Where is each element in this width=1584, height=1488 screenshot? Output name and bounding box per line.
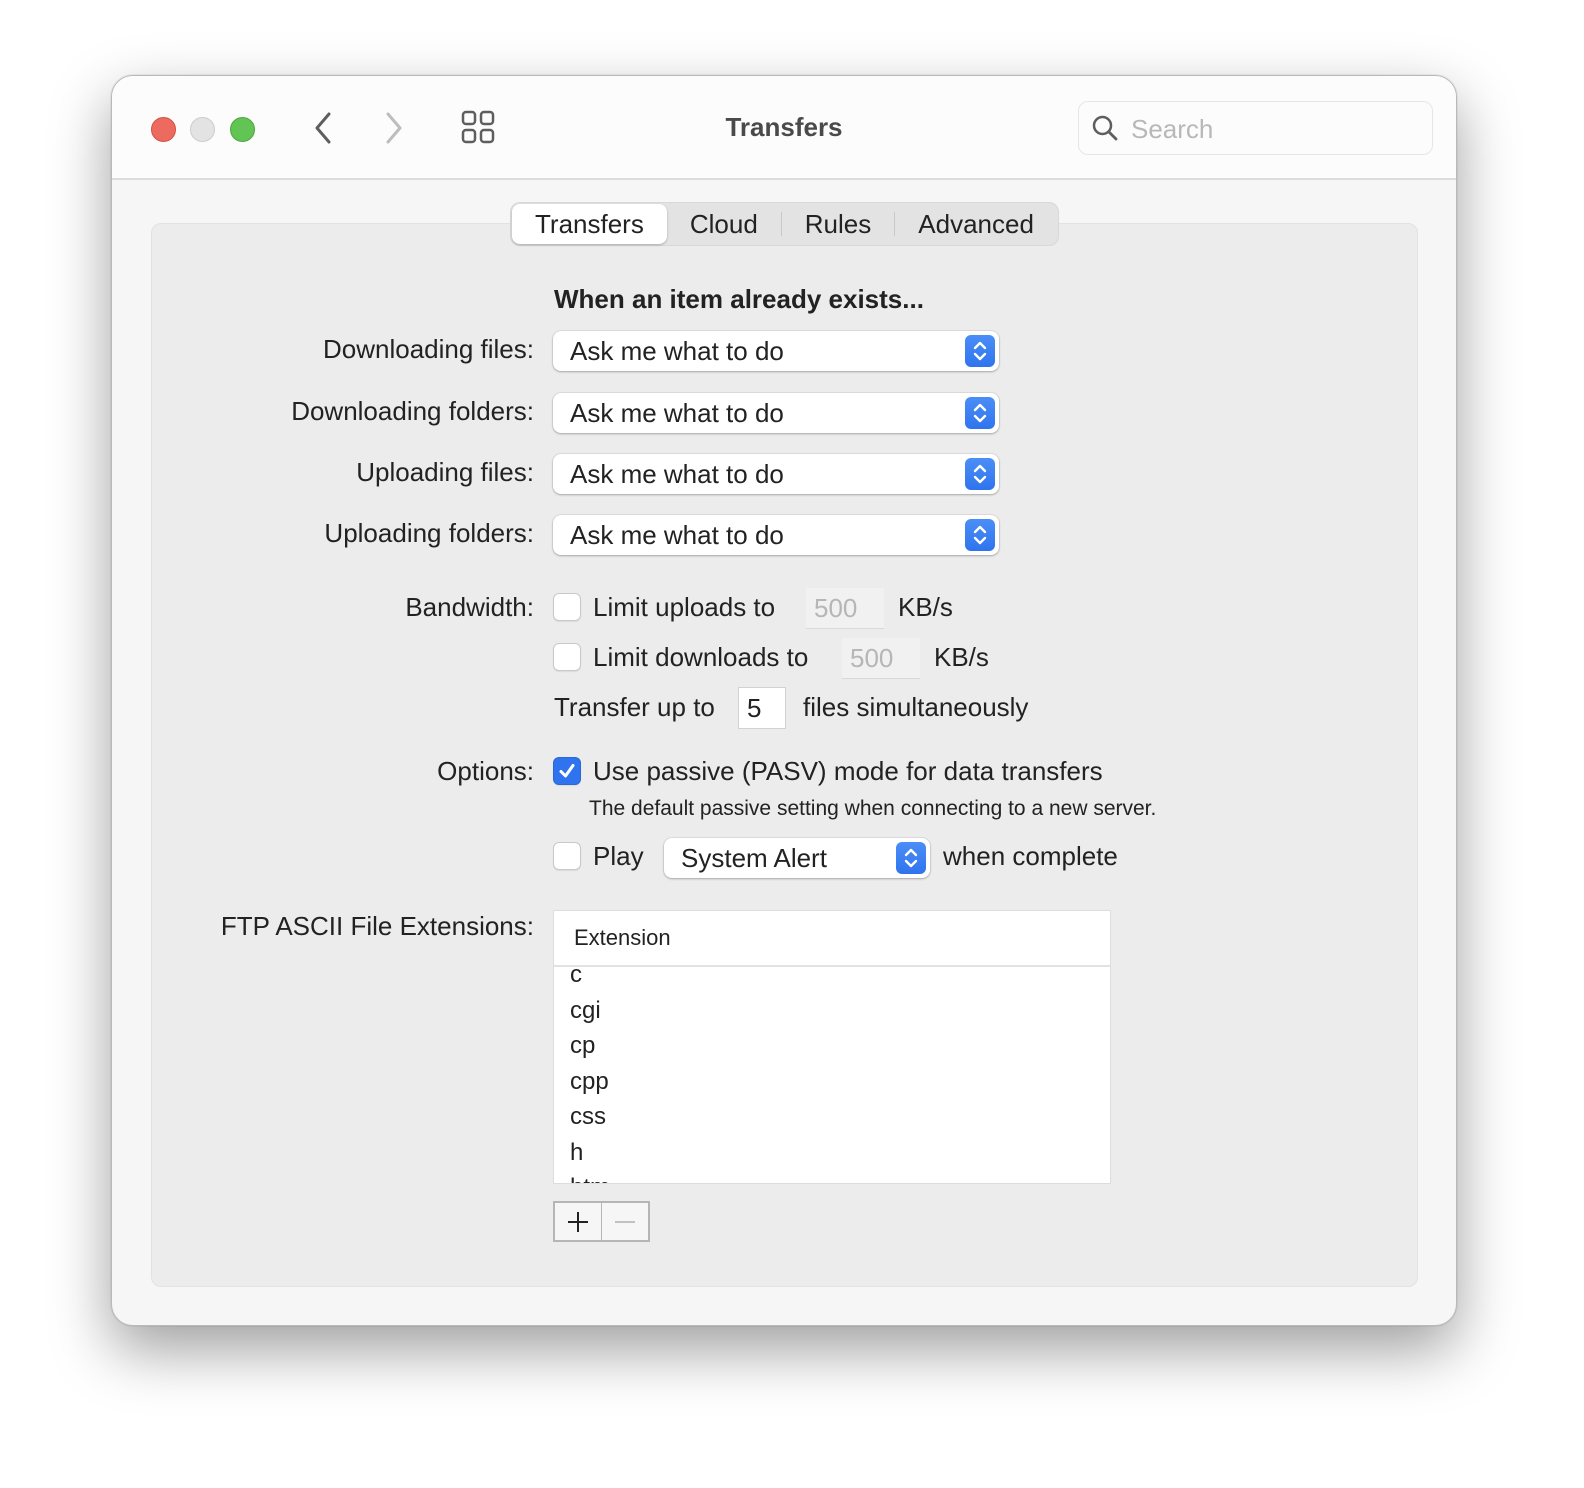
downloading-folders-label: Downloading folders: — [291, 396, 534, 426]
transfer-suffix-label: files simultaneously — [803, 692, 1029, 722]
list-item[interactable]: h — [554, 1135, 1110, 1171]
preferences-window: Transfers Transfers Cloud Rules Advanced… — [111, 75, 1457, 1326]
uploading-files-label: Uploading files: — [356, 457, 534, 487]
play-label: Play — [593, 841, 644, 871]
uploading-folders-label: Uploading folders: — [324, 518, 534, 548]
updown-chevron-icon — [965, 519, 995, 551]
list-item[interactable]: cp — [554, 1028, 1110, 1064]
list-item[interactable]: htm — [554, 1170, 1110, 1183]
select-value: System Alert — [681, 842, 827, 873]
transfer-prefix-label: Transfer up to — [554, 692, 715, 722]
tab-cloud[interactable]: Cloud — [667, 204, 781, 244]
select-value: Ask me what to do — [570, 458, 784, 489]
updown-chevron-icon — [965, 335, 995, 367]
downloading-files-label: Downloading files: — [322, 334, 534, 364]
select-value: Ask me what to do — [570, 335, 784, 366]
sound-select[interactable]: System Alert — [664, 838, 930, 878]
options-label: Options: — [437, 756, 534, 786]
list-item[interactable]: css — [554, 1099, 1110, 1135]
upload-limit-field[interactable] — [806, 588, 884, 628]
limit-downloads-label: Limit downloads to — [593, 642, 809, 672]
downloading-folders-select[interactable]: Ask me what to do — [553, 393, 999, 433]
tab-advanced[interactable]: Advanced — [895, 204, 1057, 244]
limit-uploads-checkbox[interactable] — [553, 593, 581, 621]
when-complete-label: when complete — [943, 841, 1118, 871]
minus-icon — [615, 1220, 636, 1223]
title-bar: Transfers — [112, 76, 1456, 180]
select-value: Ask me what to do — [570, 519, 784, 550]
list-item[interactable]: c — [554, 967, 1110, 993]
extensions-list[interactable]: c cgi cp cpp css h htm — [554, 967, 1110, 1183]
updown-chevron-icon — [896, 842, 926, 874]
add-remove-control — [553, 1201, 650, 1242]
upload-unit-label: KB/s — [898, 592, 953, 622]
bandwidth-label: Bandwidth: — [405, 592, 534, 622]
uploading-files-select[interactable]: Ask me what to do — [553, 454, 999, 494]
passive-mode-note: The default passive setting when connect… — [589, 797, 1157, 820]
ascii-extensions-label: FTP ASCII File Extensions: — [220, 911, 534, 941]
updown-chevron-icon — [965, 458, 995, 490]
downloading-files-select[interactable]: Ask me what to do — [553, 331, 999, 371]
plus-icon — [567, 1211, 588, 1232]
add-extension-button[interactable] — [555, 1203, 601, 1240]
simultaneous-transfers-field[interactable] — [739, 688, 785, 728]
download-unit-label: KB/s — [934, 642, 989, 672]
limit-uploads-label: Limit uploads to — [593, 592, 776, 622]
extensions-table: Extension c cgi cp cpp css h htm — [553, 910, 1111, 1184]
checkmark-icon — [559, 764, 575, 778]
exists-section-heading: When an item already exists... — [554, 284, 924, 314]
search-field[interactable] — [1078, 101, 1433, 155]
passive-mode-label: Use passive (PASV) mode for data transfe… — [593, 756, 1103, 786]
extension-column-header[interactable]: Extension — [554, 911, 1110, 967]
search-input[interactable] — [1131, 112, 1421, 146]
tab-rules[interactable]: Rules — [782, 204, 894, 244]
list-item[interactable]: cpp — [554, 1064, 1110, 1100]
list-item[interactable]: cgi — [554, 993, 1110, 1029]
download-limit-field[interactable] — [842, 638, 920, 678]
search-icon — [1092, 115, 1118, 141]
passive-mode-checkbox[interactable] — [553, 757, 581, 785]
limit-downloads-checkbox[interactable] — [553, 643, 581, 671]
play-sound-checkbox[interactable] — [553, 842, 581, 870]
uploading-folders-select[interactable]: Ask me what to do — [553, 515, 999, 555]
select-value: Ask me what to do — [570, 397, 784, 428]
remove-extension-button[interactable] — [602, 1203, 648, 1240]
tab-bar: Transfers Cloud Rules Advanced — [510, 202, 1059, 246]
tab-transfers[interactable]: Transfers — [512, 204, 667, 244]
updown-chevron-icon — [965, 397, 995, 429]
